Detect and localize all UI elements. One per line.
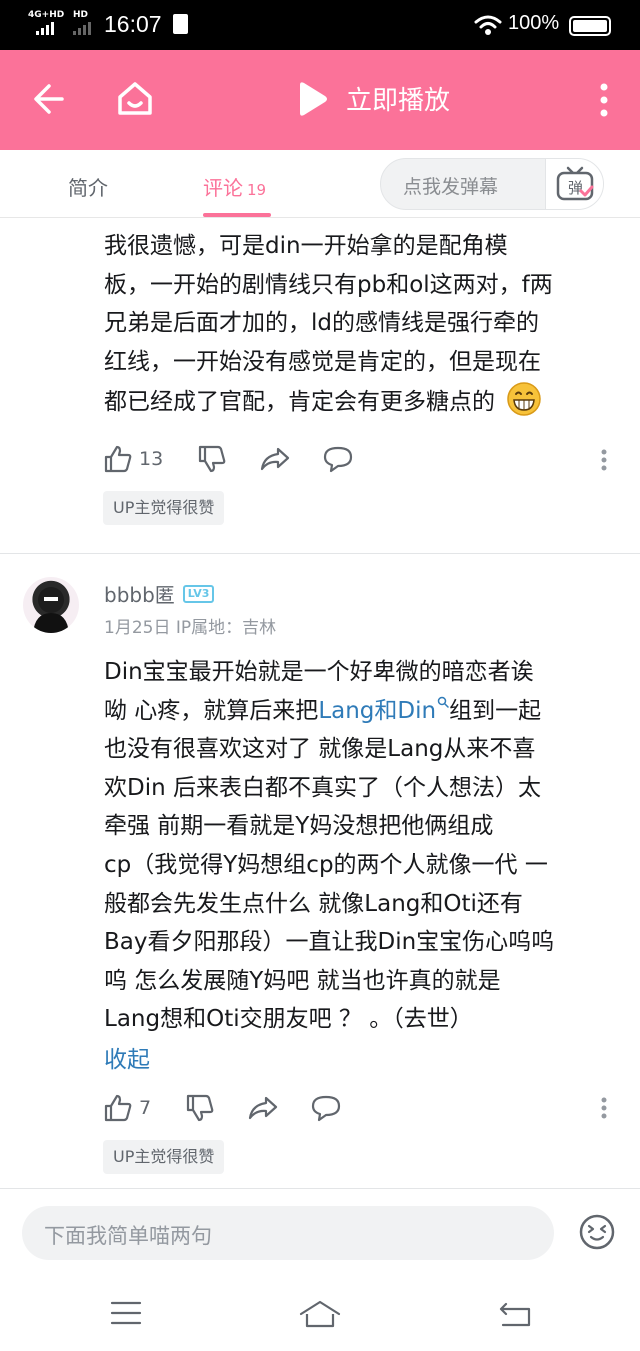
notification-icon — [173, 14, 188, 34]
username-text: bbbb匿 — [104, 583, 175, 607]
comment-input[interactable]: 下面我简单喵两句 — [22, 1206, 554, 1260]
danmaku-toggle-button[interactable]: 弹 — [545, 159, 603, 209]
grin-emoji-icon — [507, 382, 542, 417]
comment-more-icon[interactable] — [600, 449, 608, 471]
avatar-image — [33, 587, 69, 633]
comment-line: 呜 怎么发展随Y妈吧 就当也许真的就是 — [104, 967, 501, 994]
wifi-icon — [474, 15, 502, 35]
comment-line: Lang想和Oti交朋友吧 ？ 。（去世） — [104, 1006, 473, 1033]
thumbs-down-icon[interactable] — [185, 1093, 215, 1123]
comment-2-actions: 7 — [103, 1093, 341, 1123]
comment-line: Din宝宝最开始就是一个好卑微的暗恋者诶 — [104, 659, 534, 685]
like-count: 7 — [139, 1097, 152, 1119]
search-link-text: Lang和Din — [318, 697, 437, 724]
comments-count: 19 — [247, 181, 267, 199]
tab-comments-label: 评论 — [203, 176, 243, 200]
status-bar: 4G+HD HD 16:07 100% — [0, 0, 640, 50]
home-icon[interactable] — [114, 79, 156, 119]
comment-line: 也没有很喜欢这对了 就像是Lang从来不喜 — [104, 736, 536, 763]
like-count: 13 — [139, 448, 164, 470]
comment-1-text: 我很遗憾，可是din一开始拿的是配角模 板，一开始的剧情线只有pb和ol这两对，… — [104, 227, 624, 422]
back-nav-icon[interactable] — [498, 1300, 532, 1328]
thumbs-up-icon — [104, 445, 132, 473]
search-link[interactable]: Lang和Din — [318, 696, 449, 724]
comment-2-meta: 1月25日 IP属地：吉林 — [104, 618, 277, 638]
level-badge: LV3 — [182, 584, 215, 603]
comment-1-actions: 13 — [103, 444, 353, 474]
comment-line-text: 组到一起 — [449, 697, 542, 724]
comment-line-text: 呦 心疼，就算后来把 — [104, 697, 319, 724]
comment-line: 红线，一开始没有感觉是肯定的，但是现在 — [104, 348, 541, 375]
thumbs-up-icon — [104, 1094, 132, 1122]
like-button[interactable]: 13 — [103, 444, 163, 474]
comment-line: 般都会先发生点什么 就像Lang和Oti还有 — [104, 890, 523, 917]
tab-comments[interactable]: 评论 19 — [203, 172, 266, 201]
comment-2-username[interactable]: bbbb匿 LV3 — [104, 579, 215, 608]
comment-line: 兄弟是后面才加的，ld的感情线是强行牵的 — [104, 310, 539, 337]
danmaku-input[interactable]: 点我发弹幕 弹 — [380, 158, 604, 210]
share-icon[interactable] — [259, 445, 291, 473]
signal-icon — [36, 22, 54, 35]
active-tab-indicator — [203, 213, 271, 217]
like-button[interactable]: 7 — [103, 1093, 151, 1123]
reply-icon[interactable] — [323, 445, 353, 473]
play-now-button[interactable]: 立即播放 — [296, 80, 450, 117]
video-top-bar: 立即播放 — [0, 50, 640, 150]
more-vertical-icon[interactable] — [600, 83, 608, 117]
comment-line: 呦 心疼，就算后来把Lang和Din 组到一起 — [104, 692, 629, 731]
danmaku-tv-icon: 弹 — [556, 166, 594, 201]
comment-2-text: Din宝宝最开始就是一个好卑微的暗恋者诶 呦 心疼，就算后来把Lang和Din 组… — [104, 653, 629, 1039]
comment-more-icon[interactable] — [600, 1097, 608, 1119]
network-type: 4G+HD — [28, 10, 65, 20]
play-now-label: 立即播放 — [346, 85, 451, 115]
avatar[interactable] — [23, 577, 79, 633]
comment-input-placeholder: 下面我简单喵两句 — [44, 1224, 212, 1248]
svg-text:弹: 弹 — [568, 179, 583, 197]
home-nav-icon[interactable] — [298, 1300, 342, 1328]
battery-percent: 100% — [508, 12, 560, 34]
share-icon[interactable] — [247, 1094, 279, 1122]
signal-icon-secondary — [73, 22, 91, 35]
comment-line-text: 都已经成了官配，肯定会有更多糖点的 — [104, 389, 495, 416]
comment-line: cp（我觉得Y妈想组cp的两个人就像一代 一 — [104, 851, 548, 878]
up-liked-badge: UP主觉得很赞 — [103, 491, 225, 525]
comment-line: 都已经成了官配，肯定会有更多糖点的 — [104, 381, 624, 422]
comment-divider — [0, 553, 640, 554]
up-liked-badge: UP主觉得很赞 — [103, 1140, 225, 1174]
play-icon — [300, 81, 327, 116]
comment-line: 牵强 前期一看就是Y妈没想把他俩组成 — [104, 813, 494, 840]
search-icon — [437, 696, 449, 708]
network-type-secondary: HD — [73, 10, 89, 20]
back-arrow-icon[interactable] — [32, 81, 66, 117]
menu-icon[interactable] — [110, 1300, 142, 1326]
comment-line: 板，一开始的剧情线只有pb和ol这两对，f两 — [104, 271, 553, 298]
collapse-link[interactable]: 收起 — [104, 1040, 150, 1074]
danmaku-placeholder: 点我发弹幕 — [403, 176, 499, 198]
emoji-icon[interactable] — [578, 1213, 616, 1251]
comment-line: 我很遗憾，可是din一开始拿的是配角模 — [104, 233, 508, 259]
reply-icon[interactable] — [311, 1094, 341, 1122]
tab-intro[interactable]: 简介 — [68, 172, 108, 201]
battery-icon — [569, 16, 611, 36]
system-nav-bar — [0, 1278, 640, 1351]
comment-line: 欢Din 后来表白都不真实了（个人想法）太 — [104, 774, 541, 801]
clock: 16:07 — [104, 11, 162, 37]
thumbs-down-icon[interactable] — [197, 444, 227, 474]
comment-input-bar: 下面我简单喵两句 — [0, 1188, 640, 1278]
comment-line: Bay看夕阳那段）一直让我Din宝宝伤心呜呜 — [104, 929, 555, 956]
